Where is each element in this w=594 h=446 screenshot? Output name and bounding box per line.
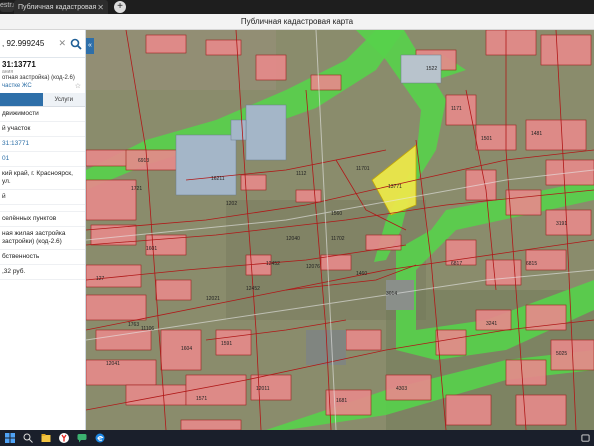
parcel-label: 12452	[246, 286, 260, 292]
property-row: бственность	[0, 250, 85, 265]
search-bar[interactable]: , 92.999245 ✕	[0, 30, 85, 58]
parcel-label: 12040	[286, 236, 300, 242]
parcel-label: 1591	[221, 341, 232, 347]
parcel-label: 1460	[356, 271, 367, 277]
property-row: кий край, г. Красноярск, ул.	[0, 167, 85, 190]
tab-info[interactable]	[0, 93, 43, 106]
parcel-label: 11701	[356, 166, 370, 172]
window-title-bar: Публичная кадастровая карта	[0, 14, 594, 30]
collapse-panel-button[interactable]: «	[86, 38, 94, 54]
tab-close-icon[interactable]: ✕	[97, 3, 104, 12]
edge-icon[interactable]	[92, 430, 108, 446]
favorite-star-icon[interactable]: ☆	[75, 82, 81, 90]
file-explorer-icon[interactable]	[38, 430, 54, 446]
object-kind: отная застройка) (код-2.6)	[2, 75, 75, 81]
parcel-label: 1763	[128, 322, 139, 328]
parcel-label: 11702	[331, 236, 345, 242]
window-title: Публичная кадастровая карта	[240, 17, 354, 26]
parcel-label: 1522	[426, 66, 437, 72]
info-panel: , 92.999245 ✕ 31:13771 ания отная застро…	[0, 30, 86, 430]
search-input[interactable]: , 92.999245	[2, 39, 44, 48]
parcel-label: 3014	[386, 291, 397, 297]
property-row: й участок	[0, 122, 85, 137]
parcel-label: 1112	[296, 171, 307, 177]
parcel-label: 12011	[256, 386, 270, 392]
parcel-label: 127	[96, 276, 105, 282]
parcel-label: 16211	[211, 176, 225, 182]
parcel-label: 3191	[556, 221, 567, 227]
parcel-label: 6913	[138, 158, 149, 164]
map-canvas[interactable]: 6913 1763 127 12040 11702 12076 12452 11…	[86, 30, 594, 430]
parcel-label: 1171	[451, 106, 462, 112]
parcel-label: 12452	[266, 261, 280, 267]
parcel-label: 1604	[181, 346, 192, 352]
parcel-label: 12021	[206, 296, 220, 302]
parcel-label: 4303	[396, 386, 407, 392]
property-row: ,32 руб.	[0, 265, 85, 280]
property-row: ная жилая застройка застройки) (код-2.6)	[0, 227, 85, 250]
tab-title: Публичная кадастровая	[18, 3, 97, 11]
property-row-link[interactable]: 01	[0, 152, 85, 167]
yandex-icon[interactable]	[56, 430, 72, 446]
parcel-label: 6815	[526, 261, 537, 267]
new-tab-button[interactable]: +	[114, 1, 126, 13]
parcel-label: 1601	[146, 246, 157, 252]
previous-tab-fragment[interactable]: estr.ru	[0, 2, 19, 12]
search-clear-icon[interactable]: ✕	[58, 38, 66, 49]
parcel-label: 1721	[131, 186, 142, 192]
search-icon[interactable]	[20, 430, 36, 446]
windows-taskbar	[0, 430, 594, 446]
parcel-label: 5025	[556, 351, 567, 357]
property-row: движимости	[0, 107, 85, 122]
parcel-label: 11106	[141, 326, 154, 332]
property-row: й	[0, 190, 85, 205]
start-icon[interactable]	[2, 430, 18, 446]
browser-tab-active[interactable]: Публичная кадастровая ✕	[14, 0, 108, 14]
search-icon[interactable]	[70, 38, 82, 50]
property-row-link[interactable]: 31:13771	[0, 137, 85, 152]
parcel-label: 1501	[481, 136, 492, 142]
parcel-label: 12076	[306, 264, 320, 270]
notification-icon[interactable]	[581, 433, 590, 443]
panel-tabs: Услуги	[0, 93, 85, 107]
action-label[interactable]: частке ЖС	[2, 83, 32, 89]
object-action-link[interactable]: частке ЖС ☆	[2, 82, 83, 90]
object-header: 31:13771 ания отная застройка) (код-2.6)…	[0, 58, 85, 90]
parcel-label: 1481	[531, 131, 542, 137]
selected-parcel-label: 13771	[388, 184, 402, 190]
object-number: 31:13771	[2, 60, 36, 69]
object-properties: движимости й участок 31:13771 01 кий кра…	[0, 107, 85, 280]
parcel-label: 3241	[486, 321, 497, 327]
chat-icon[interactable]	[74, 430, 90, 446]
parcel-label: 1560	[331, 211, 342, 217]
system-tray	[581, 433, 590, 443]
property-row: селённых пунктов	[0, 212, 85, 227]
parcel-label: 1202	[226, 201, 237, 207]
parcel-label: 1681	[336, 398, 347, 404]
cadastral-map[interactable]: 6913 1763 127 12040 11702 12076 12452 11…	[86, 30, 594, 430]
property-row	[0, 205, 85, 212]
tab-services[interactable]: Услуги	[42, 93, 85, 106]
parcel-label: 12041	[106, 361, 120, 367]
parcel-label: 6817	[451, 261, 462, 267]
parcel-label: 1571	[196, 396, 207, 402]
browser-tab-bar: estr.ru Публичная кадастровая ✕ +	[0, 0, 594, 14]
